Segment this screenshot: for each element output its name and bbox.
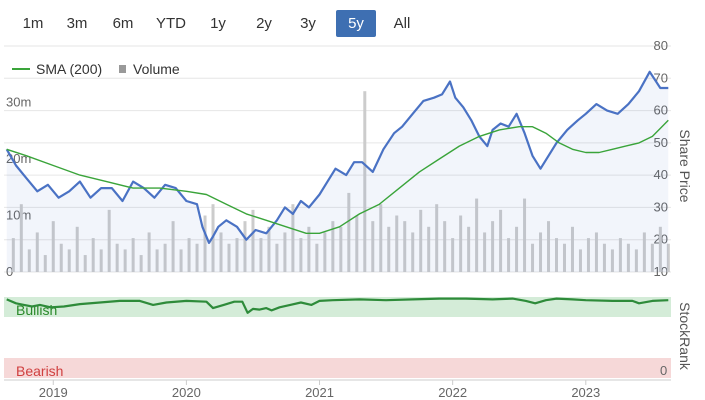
x-tick-label: 2023: [571, 385, 600, 400]
stockrank-axis-title: StockRank: [677, 302, 693, 371]
chart-marks: 807060504030201030m20m10m020192020202120…: [4, 38, 671, 400]
stock-chart: SMA (200) Volume Share Price StockRank B…: [4, 38, 693, 400]
bearish-band: [4, 358, 671, 378]
volume-legend-swatch: [119, 65, 126, 73]
x-tick-label: 2021: [305, 385, 334, 400]
x-tick-label: 2019: [39, 385, 68, 400]
bearish-label: Bearish: [16, 363, 63, 379]
stockrank-min-label: 0: [660, 363, 667, 378]
x-tick-label: 2022: [438, 385, 467, 400]
volume-legend-label[interactable]: Volume: [133, 61, 180, 77]
price-tick-label: 80: [654, 38, 668, 53]
price-axis-title: Share Price: [677, 129, 693, 202]
price-area: [6, 71, 669, 272]
volume-tick-label: 30m: [6, 95, 31, 110]
sma-legend-label[interactable]: SMA (200): [36, 61, 102, 77]
x-tick-label: 2020: [172, 385, 201, 400]
chart-legend: SMA (200) Volume: [12, 61, 180, 77]
